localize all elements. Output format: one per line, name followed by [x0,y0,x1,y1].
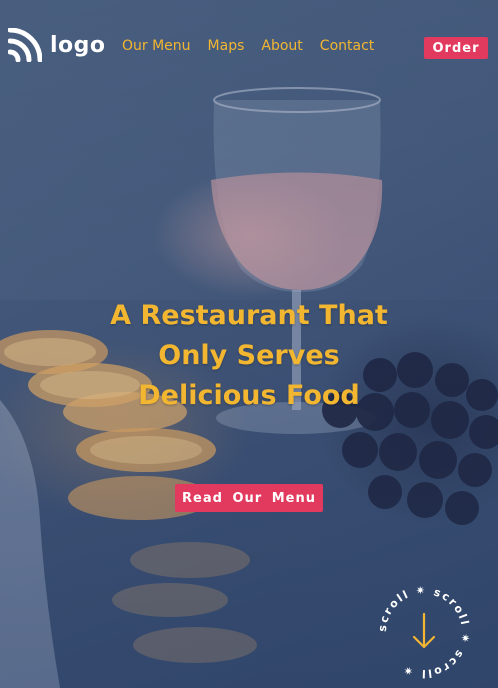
read-our-menu-button[interactable]: Read Our Menu [175,484,323,512]
headline-line-1: A Restaurant That [110,300,388,331]
hero-headline: A Restaurant That Only Serves Delicious … [0,296,498,416]
rss-arcs-icon [8,28,42,62]
logo[interactable]: logo [8,28,106,62]
top-navigation: logo Our Menu Maps About Contact Order [8,28,490,66]
arrow-down-icon [412,612,436,649]
headline-line-2: Only Serves [158,340,340,371]
scroll-badge[interactable]: scroll ✷ scroll ✷ scroll ✷ [376,584,472,680]
order-button[interactable]: Order [424,37,488,59]
nav-item-maps[interactable]: Maps [208,38,245,54]
main-menu: Our Menu Maps About Contact [122,38,391,54]
nav-item-our-menu[interactable]: Our Menu [122,38,191,54]
logo-text: logo [50,32,106,58]
nav-item-about[interactable]: About [261,38,302,54]
headline-line-3: Delicious Food [138,380,360,411]
nav-item-contact[interactable]: Contact [320,38,374,54]
hero-section: logo Our Menu Maps About Contact Order A… [0,0,498,688]
